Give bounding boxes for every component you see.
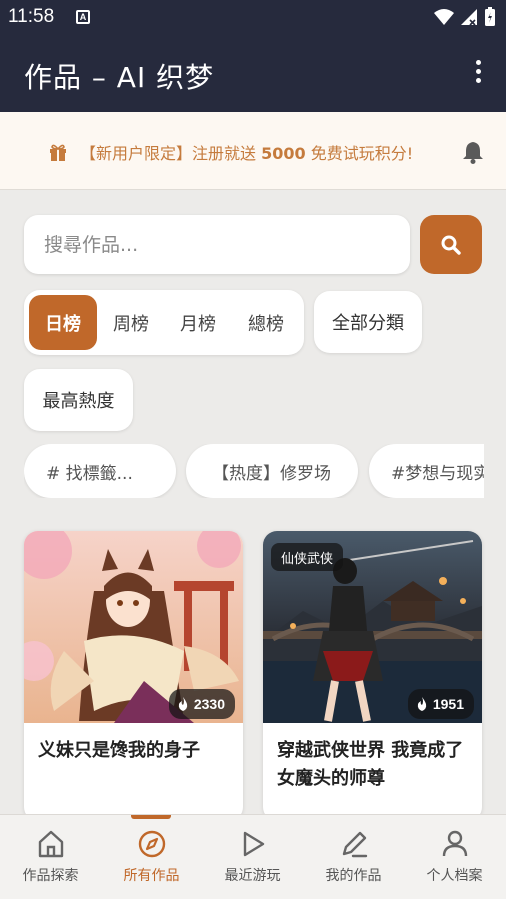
nav-my-works[interactable]: 我的作品 <box>303 815 404 899</box>
tag-row: # 找標籤... 【热度】修罗场 #梦想与现实 <box>24 444 484 498</box>
bell-icon[interactable] <box>462 140 484 164</box>
promo-text: 【新用户限定】注册就送 5000 免费试玩积分! <box>80 144 414 163</box>
tag-chip[interactable]: #梦想与现实 <box>369 444 484 498</box>
status-time: 11:58 <box>8 6 55 27</box>
ranking-tabs: 日榜 周榜 月榜 總榜 <box>24 290 304 355</box>
search-box <box>24 215 410 274</box>
fire-icon <box>178 697 188 711</box>
view-count: 1951 <box>432 696 464 712</box>
home-icon <box>38 830 63 858</box>
nav-recent[interactable]: 最近游玩 <box>202 815 303 899</box>
status-icons <box>434 7 496 27</box>
nav-explore[interactable]: 作品探索 <box>0 815 101 899</box>
tab-monthly[interactable]: 月榜 <box>166 295 230 350</box>
card-title: 穿越武侠世界 我竟成了女魔头的师尊 <box>277 740 464 789</box>
tag-search-input[interactable]: # 找標籤... <box>24 444 176 498</box>
tab-weekly[interactable]: 周榜 <box>99 295 163 350</box>
search-button[interactable] <box>420 215 482 274</box>
nav-label: 作品探索 <box>22 868 79 884</box>
view-count-badge: 2330 <box>168 689 235 719</box>
category-filter-button[interactable]: 全部分類 <box>314 291 422 353</box>
app-notification-icon: A <box>76 10 90 24</box>
page-title: 作品 – AI 织梦 <box>24 61 215 94</box>
battery-icon <box>485 7 495 26</box>
nav-label: 最近游玩 <box>224 868 281 884</box>
more-vert-icon[interactable] <box>474 60 482 86</box>
view-count-badge: 1951 <box>407 689 474 719</box>
tab-daily[interactable]: 日榜 <box>29 295 97 350</box>
play-icon <box>243 831 264 857</box>
search-icon <box>441 235 461 255</box>
tag-chip[interactable]: 【热度】修罗场 <box>186 444 358 498</box>
card-title: 义妹只是馋我的身子 <box>38 740 200 761</box>
signal-icon <box>461 9 477 26</box>
bottom-nav: 作品探索 所有作品 最近游玩 我的作品 个人档案 <box>0 814 506 899</box>
compass-icon <box>138 830 165 858</box>
person-icon <box>442 830 467 857</box>
work-card[interactable]: 2330 义妹只是馋我的身子 <box>24 531 243 821</box>
active-indicator <box>131 815 171 819</box>
nav-label: 我的作品 <box>325 868 382 884</box>
search-input[interactable] <box>24 215 410 274</box>
nav-label: 所有作品 <box>123 868 180 884</box>
promo-amount: 5000 <box>261 144 306 163</box>
fire-icon <box>417 697 427 711</box>
promo-banner[interactable]: 【新用户限定】注册就送 5000 免费试玩积分! <box>0 112 506 190</box>
nav-profile[interactable]: 个人档案 <box>404 815 505 899</box>
gift-icon <box>50 144 66 161</box>
tab-all-time[interactable]: 總榜 <box>233 295 299 350</box>
nav-all-works[interactable]: 所有作品 <box>101 815 202 899</box>
work-card[interactable]: 仙侠武侠 1951 穿越武侠世界 我竟成了女魔头的师尊 <box>263 531 482 821</box>
app-bar: 作品 – AI 织梦 <box>0 34 506 112</box>
pencil-icon <box>342 831 367 858</box>
view-count: 2330 <box>193 696 225 712</box>
status-bar: 11:58 A <box>0 0 506 34</box>
sort-filter-button[interactable]: 最高熱度 <box>24 369 133 431</box>
genre-badge: 仙侠武侠 <box>271 543 344 571</box>
nav-label: 个人档案 <box>426 868 483 884</box>
wifi-icon <box>434 9 454 25</box>
